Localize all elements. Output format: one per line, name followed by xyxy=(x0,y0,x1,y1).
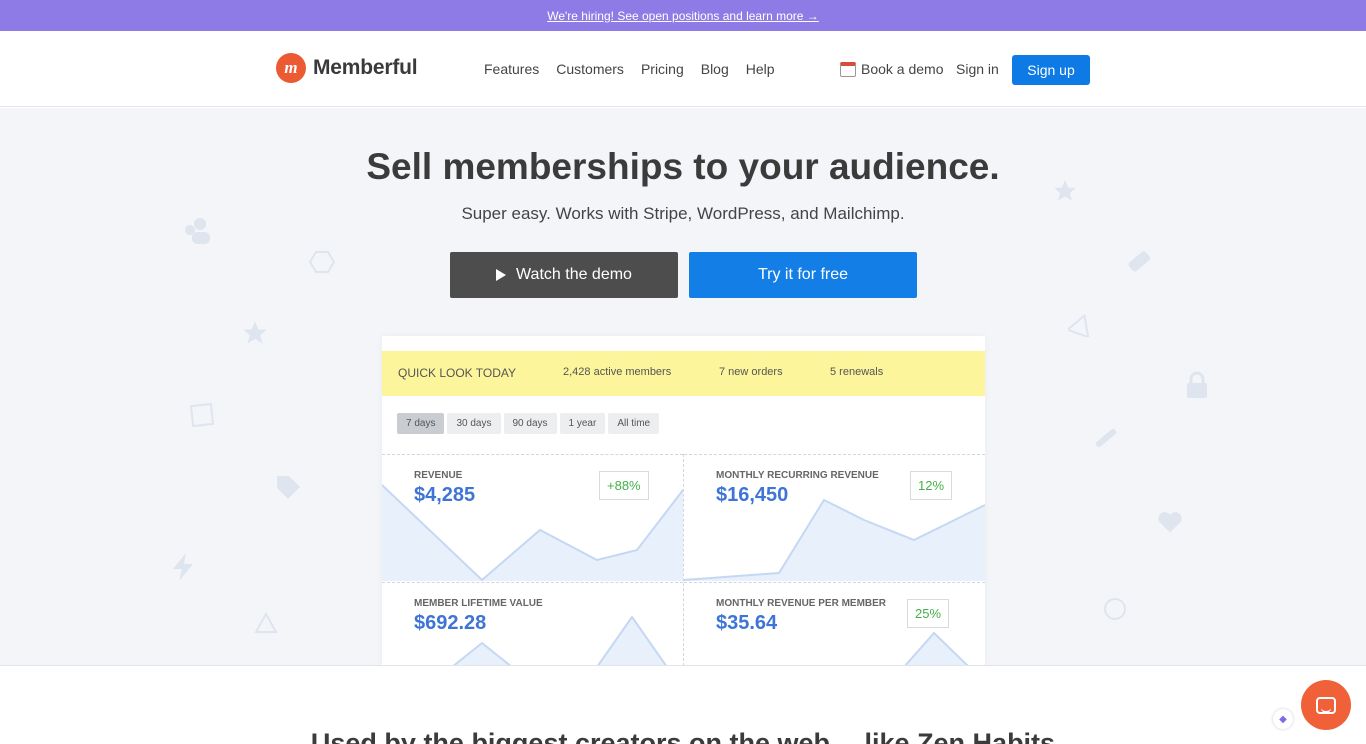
brand-name: Memberful xyxy=(313,56,418,79)
decorative-bolt-icon xyxy=(173,553,193,581)
range-30-days[interactable]: 30 days xyxy=(447,413,501,434)
sign-up-button[interactable]: Sign up xyxy=(1012,55,1090,85)
change-badge: +88% xyxy=(599,471,649,500)
try-free-button[interactable]: Try it for free xyxy=(689,252,917,298)
decorative-triangle-icon xyxy=(254,612,278,633)
decorative-star-icon xyxy=(243,321,267,344)
announcement-bar: We're hiring! See open positions and lea… xyxy=(0,0,1366,31)
card-value: $4,285 xyxy=(414,484,476,506)
card-label: MEMBER LIFETIME VALUE xyxy=(414,598,543,609)
customers-heading: Used by the biggest creators on the web…… xyxy=(310,728,1056,744)
decorative-triangle-icon xyxy=(1068,313,1090,337)
calendar-icon xyxy=(840,61,856,77)
play-icon xyxy=(496,269,507,281)
decorative-eraser-icon xyxy=(1128,251,1151,272)
decorative-square-icon xyxy=(189,402,215,428)
chat-icon xyxy=(1316,696,1336,714)
decorative-tag-icon xyxy=(277,476,300,499)
nav-features[interactable]: Features xyxy=(484,61,539,77)
hero-title: Sell memberships to your audience. xyxy=(366,146,1000,187)
nav-pricing[interactable]: Pricing xyxy=(641,61,684,77)
range-7-days[interactable]: 7 days xyxy=(397,413,445,434)
clickup-icon[interactable]: ◆ xyxy=(1273,709,1293,729)
range-all-time[interactable]: All time xyxy=(608,413,660,434)
decorative-heart-icon xyxy=(1158,512,1182,533)
renewals-stat: 5 renewals xyxy=(830,366,884,378)
lifetime-value-card: MEMBER LIFETIME VALUE $692.28 xyxy=(382,582,683,665)
watch-demo-label: Watch the demo xyxy=(516,266,632,283)
card-divider xyxy=(683,454,684,665)
range-1-year[interactable]: 1 year xyxy=(559,413,606,434)
chat-launcher-button[interactable] xyxy=(1301,680,1351,730)
decorative-lock-icon xyxy=(1187,371,1207,398)
hero-subtitle: Super easy. Works with Stripe, WordPress… xyxy=(461,204,905,223)
hero-section: Sell memberships to your audience. Super… xyxy=(0,108,1366,666)
header: m Memberful Features Customers Pricing B… xyxy=(0,31,1366,107)
logo[interactable]: m Memberful xyxy=(276,53,418,83)
nav-blog[interactable]: Blog xyxy=(701,61,729,77)
sign-in-link[interactable]: Sign in xyxy=(956,61,999,77)
memberful-logo-icon: m xyxy=(276,53,306,83)
hiring-link[interactable]: We're hiring! See open positions and lea… xyxy=(547,9,819,23)
mrr-card: MONTHLY RECURRING REVENUE $16,450 12% xyxy=(684,454,985,581)
book-demo-label: Book a demo xyxy=(861,61,944,77)
change-badge: 12% xyxy=(910,471,953,500)
quick-look-bar: QUICK LOOK TODAY 2,428 active members 7 … xyxy=(382,351,985,396)
dashboard-preview: QUICK LOOK TODAY 2,428 active members 7 … xyxy=(382,336,985,665)
card-label: REVENUE xyxy=(414,470,463,481)
range-90-days[interactable]: 90 days xyxy=(503,413,557,434)
card-label: MONTHLY RECURRING REVENUE xyxy=(716,470,879,481)
date-range-tabs: 7 days 30 days 90 days 1 year All time xyxy=(397,413,660,434)
nav-customers[interactable]: Customers xyxy=(556,61,624,77)
change-badge: 25% xyxy=(907,599,950,628)
watch-demo-button[interactable]: Watch the demo xyxy=(450,252,678,298)
card-value: $16,450 xyxy=(716,484,789,506)
revenue-card: REVENUE $4,285 +88% xyxy=(382,454,683,581)
quick-look-label: QUICK LOOK TODAY xyxy=(398,366,517,380)
main-nav: Features Customers Pricing Blog Help xyxy=(484,61,775,77)
decorative-pencil-icon xyxy=(1095,428,1117,448)
nav-help[interactable]: Help xyxy=(746,61,775,77)
decorative-circle-icon xyxy=(1104,598,1126,620)
card-label: MONTHLY REVENUE PER MEMBER xyxy=(716,598,887,609)
revenue-per-member-card: MONTHLY REVENUE PER MEMBER $35.64 25% xyxy=(684,582,985,665)
active-members-stat: 2,428 active members xyxy=(563,366,672,378)
book-demo-link[interactable]: Book a demo xyxy=(840,61,944,77)
card-value: $35.64 xyxy=(716,612,778,634)
new-orders-stat: 7 new orders xyxy=(719,366,783,378)
decorative-hexagon-icon xyxy=(309,251,335,273)
card-value: $692.28 xyxy=(414,612,487,634)
